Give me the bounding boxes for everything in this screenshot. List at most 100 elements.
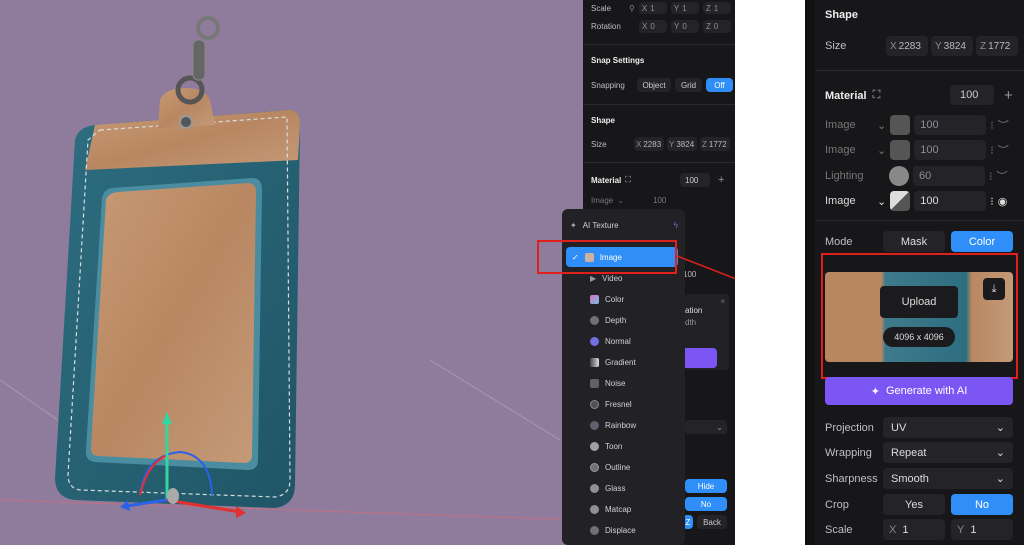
drag-handle-icon[interactable]: ⁝ <box>989 170 993 183</box>
eye-open-icon[interactable]: ◉ <box>998 195 1008 208</box>
projection-select[interactable]: UV ⌄ <box>883 417 1013 438</box>
expand-icon[interactable]: ⛶ <box>873 89 881 102</box>
notification-action-button[interactable] <box>685 348 717 368</box>
menu-item-displace[interactable]: Displace <box>590 520 636 540</box>
add-layer-icon[interactable]: + <box>718 174 724 186</box>
hide-button[interactable]: Hide <box>685 479 727 493</box>
crop-no-button[interactable]: No <box>951 494 1013 515</box>
snap-grid-button[interactable]: Grid <box>675 78 702 92</box>
back-button[interactable]: Back <box>697 515 727 529</box>
material-layer-row-active[interactable]: Image ⌄ 100 ⁝ ◉ <box>825 191 1024 211</box>
displace-icon <box>590 525 599 535</box>
layer-opacity[interactable]: 100 <box>653 196 666 205</box>
layer-label: Image <box>825 119 856 131</box>
chevron-down-icon: ⌄ <box>995 473 1005 485</box>
material-title: Material <box>591 175 622 185</box>
layer-label: Image <box>825 144 856 156</box>
chevron-down-icon[interactable]: ⌄ <box>617 196 624 205</box>
drag-handle-icon[interactable]: ⁝ <box>990 144 994 157</box>
menu-item-ai-texture[interactable]: ✦ AI Texture ϟ <box>570 215 678 235</box>
matcap-icon <box>590 504 599 514</box>
scale-x-input[interactable]: X 1 <box>638 2 667 14</box>
layer-opacity-input[interactable]: 100 <box>914 140 987 160</box>
menu-item-gradient[interactable]: Gradient <box>590 352 636 372</box>
size-y-input[interactable]: Y 3824 <box>931 36 973 56</box>
layer-label: Lighting <box>825 170 864 182</box>
menu-item-noise[interactable]: Noise <box>590 373 625 393</box>
generate-with-ai-button[interactable]: ✦ Generate with AI <box>825 377 1013 405</box>
chevron-down-icon: ⌄ <box>716 422 723 432</box>
layer-thumbnail[interactable] <box>889 166 909 186</box>
lock-icon[interactable]: ⚲ <box>629 4 635 13</box>
properties-panel-right: Shape Size X 2283 Y 3824 Z 1772 Material ⛶ 1… <box>805 0 1024 545</box>
no-button[interactable]: No <box>685 497 727 511</box>
play-icon: ▶ <box>590 273 597 283</box>
select-chevron[interactable]: ⌄ <box>685 420 727 434</box>
size-z-input[interactable]: Z 1772 <box>976 36 1018 56</box>
material-layer-row[interactable]: Image ⌄ 100 ⁝ ︶ <box>825 140 1024 160</box>
wrapping-select[interactable]: Repeat ⌄ <box>883 442 1013 463</box>
size-y-input[interactable]: Y 3824 <box>667 137 697 151</box>
menu-item-color[interactable]: Color <box>590 289 624 309</box>
layer-opacity-input[interactable]: 100 <box>914 115 987 135</box>
eye-closed-icon[interactable]: ︶ <box>998 142 1009 158</box>
layer-thumbnail[interactable] <box>890 115 911 135</box>
menu-item-outline[interactable]: Outline <box>590 457 630 477</box>
layer-opacity-input[interactable]: 100 <box>914 191 987 211</box>
layer-opacity-input[interactable]: 60 <box>913 166 985 186</box>
eye-closed-icon[interactable]: ︶ <box>997 168 1008 184</box>
menu-item-normal[interactable]: Normal <box>590 331 631 351</box>
snap-object-button[interactable]: Object <box>637 78 671 92</box>
sharpness-select[interactable]: Smooth ⌄ <box>883 468 1013 489</box>
rotation-x-input[interactable]: X 0 <box>639 19 667 33</box>
layer-label: Image <box>591 196 614 205</box>
scale-y-input[interactable]: Y1 <box>951 519 1013 540</box>
material-opacity-input[interactable]: 100 <box>680 173 710 187</box>
size-x-input[interactable]: X 2283 <box>634 137 664 151</box>
shape-title: Shape <box>825 9 859 21</box>
add-layer-icon[interactable]: + <box>1004 87 1013 104</box>
size-z-input[interactable]: Z 1772 <box>700 137 730 151</box>
size-label: Size <box>825 40 847 52</box>
crop-yes-button[interactable]: Yes <box>883 494 945 515</box>
chevron-down-icon[interactable]: ⌄ <box>877 119 886 132</box>
chevron-down-icon[interactable]: ⌄ <box>877 195 886 208</box>
scale-x-input[interactable]: X1 <box>883 519 945 540</box>
chevron-down-icon[interactable]: ⌄ <box>877 144 886 157</box>
mode-color-button[interactable]: Color <box>951 231 1013 252</box>
expand-icon[interactable]: ⛶ <box>625 175 631 185</box>
depth-icon <box>590 315 599 325</box>
shape-title: Shape <box>591 116 616 125</box>
snap-off-button[interactable]: Off <box>706 78 733 92</box>
scale-label: Scale <box>825 523 853 536</box>
menu-item-depth[interactable]: Depth <box>590 310 626 330</box>
badge-holder-model[interactable] <box>0 0 583 545</box>
drag-handle-icon[interactable]: ⁝ <box>990 195 994 208</box>
white-gap <box>735 0 805 545</box>
normal-icon <box>590 336 599 346</box>
menu-item-matcap[interactable]: Matcap <box>590 499 631 519</box>
projection-label: Projection <box>825 421 874 434</box>
scale-y-input[interactable]: Y 1 <box>670 2 699 14</box>
menu-item-glass[interactable]: Glass <box>590 478 625 498</box>
mode-mask-button[interactable]: Mask <box>883 231 945 252</box>
scale-z-input[interactable]: Z 1 <box>702 2 731 14</box>
eye-closed-icon[interactable]: ︶ <box>998 117 1009 133</box>
gradient-icon <box>590 357 599 367</box>
material-layer-row[interactable]: Lighting 60 ⁝ ︶ <box>825 166 1024 186</box>
viewport-3d[interactable] <box>0 0 583 545</box>
layer-label: Image <box>825 195 856 207</box>
sparkle-icon: ✦ <box>870 385 880 398</box>
menu-item-fresnel[interactable]: Fresnel <box>590 394 632 414</box>
drag-handle-icon[interactable]: ⁝ <box>990 119 994 132</box>
rotation-y-input[interactable]: Y 0 <box>671 19 699 33</box>
layer-thumbnail[interactable] <box>890 140 911 160</box>
material-opacity-input[interactable]: 100 <box>950 85 994 105</box>
layer-thumbnail[interactable] <box>890 191 911 211</box>
material-layer-row[interactable]: Image ⌄ 100 ⁝ ︶ <box>825 115 1024 135</box>
size-x-input[interactable]: X 2283 <box>886 36 928 56</box>
rotation-z-input[interactable]: Z 0 <box>703 19 731 33</box>
menu-item-toon[interactable]: Toon <box>590 436 622 456</box>
crop-label: Crop <box>825 498 849 511</box>
menu-item-rainbow[interactable]: Rainbow <box>590 415 636 435</box>
